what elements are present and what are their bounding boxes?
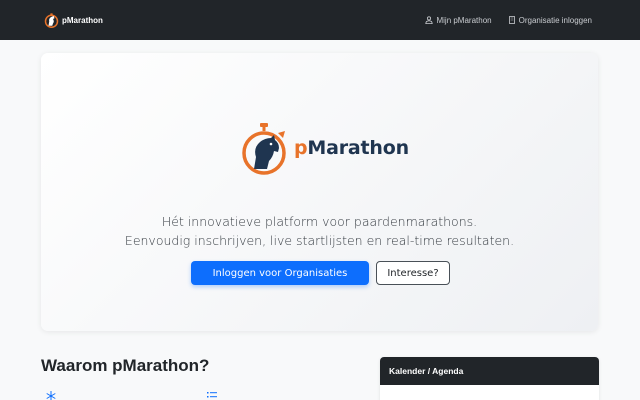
tagline-line-1: Hét innovatieve platform voor paardenmar… [161,214,478,229]
hero-logo: pMarathon [240,121,409,175]
section-title: Waarom pMarathon? [41,356,210,375]
nav-link-organisatie-inloggen[interactable]: Organisatie inloggen [508,16,592,25]
hero-logo-prefix: p [294,137,308,159]
brand-link[interactable]: pMarathon [44,12,103,28]
nav-link-label: Mijn pMarathon [436,15,492,25]
calendar-card: Kalender / Agenda [380,357,599,400]
login-organisations-button[interactable]: Inloggen voor Organisaties [191,261,369,285]
snowflake-icon [46,391,56,400]
interest-button[interactable]: Interesse? [376,261,450,285]
user-icon [425,16,434,24]
stopwatch-horse-logo-icon [242,123,286,175]
hero-logo-text: pMarathon [294,137,409,159]
calendar-header: Kalender / Agenda [380,357,599,385]
list-icon [207,392,217,398]
hero-tagline: Hét innovatieve platform voor paardenmar… [41,212,598,250]
brand-name: pMarathon [62,15,103,25]
nav-link-label: Organisatie inloggen [518,15,592,25]
horse-logo-icon [44,12,59,28]
nav-links: Mijn pMarathon Organisatie inloggen [425,16,592,25]
navbar: pMarathon Mijn pMarathon Organisatie inl… [0,0,640,40]
building-icon [508,16,515,24]
hero-card: pMarathon Hét innovatieve platform voor … [41,53,598,331]
hero-logo-name: Marathon [307,137,409,159]
nav-link-mijn-pmarathon[interactable]: Mijn pMarathon [425,15,492,25]
tagline-line-2: Eenvoudig inschrijven, live startlijsten… [124,233,515,248]
